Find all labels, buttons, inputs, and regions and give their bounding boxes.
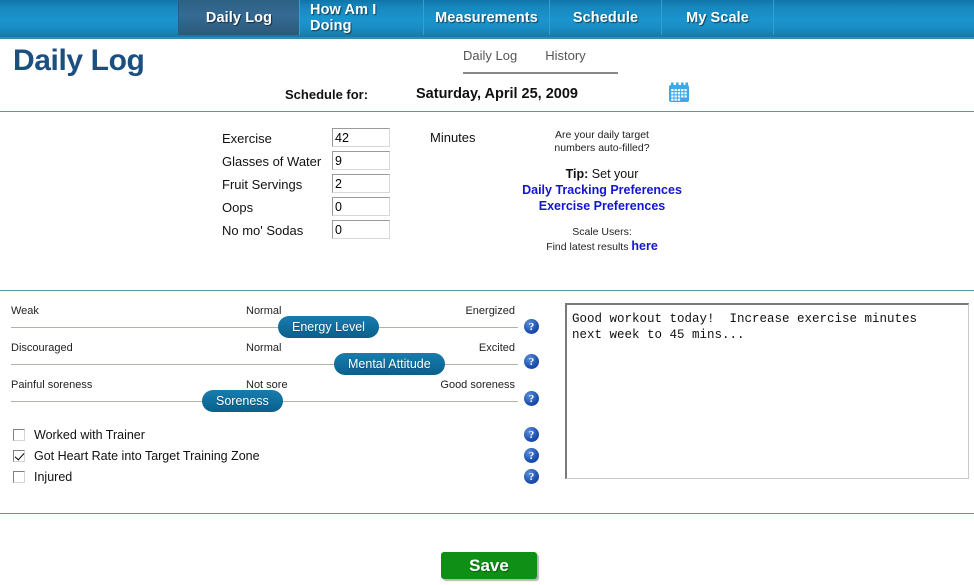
nav-right-spacer	[774, 0, 974, 37]
tip-rest-label: Set your	[588, 167, 639, 182]
nav-tab-how-am-i-doing[interactable]: How Am I Doing	[300, 0, 424, 35]
checkbox-label-worked-with-trainer[interactable]: Worked with Trainer	[34, 428, 145, 442]
no-mo-sodas-input[interactable]	[332, 220, 390, 239]
slider-low-label-attitude: Discouraged	[11, 342, 73, 354]
nav-tab-measurements[interactable]: Measurements	[424, 0, 550, 35]
slider-handle-soreness[interactable]: Soreness	[202, 390, 283, 412]
slider-handle-energy-level[interactable]: Energy Level	[278, 316, 379, 338]
oops-input[interactable]	[332, 197, 390, 216]
checkbox-row-injured: Injured ?	[0, 466, 545, 487]
tab-history[interactable]: History	[545, 48, 585, 63]
divider-bottom	[0, 513, 974, 514]
slider-high-label-energy: Energized	[465, 305, 515, 317]
page-title: Daily Log	[13, 44, 145, 77]
field-row-glasses-of-water: Glasses of Water	[222, 151, 476, 174]
slider-mid-label-attitude: Normal	[246, 342, 282, 354]
scale-users-label: Scale Users:	[572, 226, 632, 239]
help-icon-mental-attitude[interactable]: ?	[524, 354, 539, 369]
checkbox-row-target-training-zone: Got Heart Rate into Target Training Zone…	[0, 445, 545, 466]
slider-handle-mental-attitude[interactable]: Mental Attitude	[334, 353, 445, 375]
tips-question-line1: Are your daily target	[555, 129, 649, 141]
link-here[interactable]: here	[631, 239, 657, 253]
tip-bold-label: Tip:	[565, 167, 589, 182]
checkbox-label-target-training-zone[interactable]: Got Heart Rate into Target Training Zone	[34, 449, 260, 463]
glasses-of-water-input[interactable]	[332, 151, 390, 170]
daily-numbers-form: Exercise Minutes Glasses of Water Fruit …	[222, 128, 476, 243]
divider-top	[0, 111, 974, 112]
slider-low-label-soreness: Painful soreness	[11, 379, 93, 391]
checkbox-worked-with-trainer[interactable]	[13, 428, 25, 441]
slider-scale-labels-attitude: Discouraged Normal Excited	[0, 342, 545, 356]
field-row-fruit-servings: Fruit Servings	[222, 174, 476, 197]
checkbox-group: Worked with Trainer ? Got Heart Rate int…	[0, 424, 545, 487]
checkbox-injured[interactable]	[13, 470, 25, 483]
nav-tab-label: Schedule	[572, 9, 639, 26]
help-icon-injured[interactable]: ?	[524, 469, 539, 484]
help-icon-worked-with-trainer[interactable]: ?	[524, 427, 539, 442]
slider-mid-label-energy: Normal	[246, 305, 282, 317]
slider-mental-attitude: Discouraged Normal Excited Mental Attitu…	[0, 342, 545, 379]
nav-tab-daily-log[interactable]: Daily Log	[178, 0, 300, 35]
field-row-exercise: Exercise Minutes	[222, 128, 476, 151]
nav-tab-my-scale[interactable]: My Scale	[662, 0, 774, 35]
notes-textarea[interactable]	[565, 303, 969, 479]
slider-high-label-attitude: Excited	[478, 342, 515, 354]
field-label-exercise: Exercise	[222, 131, 272, 146]
exercise-unit-label: Minutes	[430, 130, 476, 145]
slider-soreness: Painful soreness Not sore Good soreness …	[0, 379, 545, 416]
nav-tab-label: Daily Log	[205, 9, 273, 26]
calendar-icon[interactable]	[668, 82, 690, 103]
field-label-glasses-of-water: Glasses of Water	[222, 154, 322, 169]
exercise-input[interactable]	[332, 128, 390, 147]
help-icon-energy-level[interactable]: ?	[524, 319, 539, 334]
nav-tab-label: My Scale	[686, 9, 749, 26]
fruit-servings-input[interactable]	[332, 174, 390, 193]
tips-question-line2: numbers auto-filled?	[554, 142, 650, 155]
scale-users-block: Scale Users: Find latest results here	[510, 226, 694, 255]
link-exercise-preferences[interactable]: Exercise Preferences	[510, 199, 694, 215]
checkbox-target-training-zone[interactable]	[13, 449, 25, 462]
link-daily-tracking-preferences[interactable]: Daily Tracking Preferences	[510, 183, 694, 199]
tips-panel: Are your daily target numbers auto-fille…	[510, 129, 694, 255]
schedule-for-label: Schedule for:	[285, 87, 369, 102]
help-icon-soreness[interactable]: ?	[524, 391, 539, 406]
save-button[interactable]: Save	[441, 552, 537, 579]
nav-left-spacer	[0, 0, 178, 37]
tip-headline: Tip: Set your	[510, 167, 694, 183]
nav-tab-label: How Am I Doing	[310, 1, 377, 34]
schedule-row: Schedule for: Saturday, April 25, 2009	[0, 86, 974, 108]
scale-results-line: Find latest results here	[510, 239, 694, 255]
nav-tab-schedule[interactable]: Schedule	[550, 0, 662, 35]
divider-middle	[0, 290, 974, 291]
field-row-no-mo-sodas: No mo' Sodas	[222, 220, 476, 243]
nav-tab-label: Measurements	[435, 9, 538, 26]
secondary-tabs: Daily Log History	[463, 48, 618, 74]
field-label-oops: Oops	[222, 200, 254, 215]
field-label-no-mo-sodas: No mo' Sodas	[222, 223, 304, 238]
scale-results-label: Find latest results	[546, 241, 629, 254]
primary-navigation-bar: Daily Log How Am I Doing Measurements Sc…	[0, 0, 974, 39]
slider-low-label-energy: Weak	[11, 305, 39, 317]
slider-scale-labels-energy: Weak Normal Energized	[0, 305, 545, 319]
slider-track-energy[interactable]	[11, 327, 518, 328]
field-label-fruit-servings: Fruit Servings	[222, 177, 303, 192]
slider-high-label-soreness: Good soreness	[440, 379, 515, 391]
field-row-oops: Oops	[222, 197, 476, 220]
schedule-date-value: Saturday, April 25, 2009	[416, 86, 578, 102]
ratings-slider-group: Weak Normal Energized Energy Level ? Dis…	[0, 305, 545, 416]
checkbox-row-worked-with-trainer: Worked with Trainer ?	[0, 424, 545, 445]
checkbox-label-injured[interactable]: Injured	[34, 470, 72, 484]
help-icon-target-training-zone[interactable]: ?	[524, 448, 539, 463]
tab-daily-log[interactable]: Daily Log	[463, 48, 517, 63]
slider-energy-level: Weak Normal Energized Energy Level ?	[0, 305, 545, 342]
